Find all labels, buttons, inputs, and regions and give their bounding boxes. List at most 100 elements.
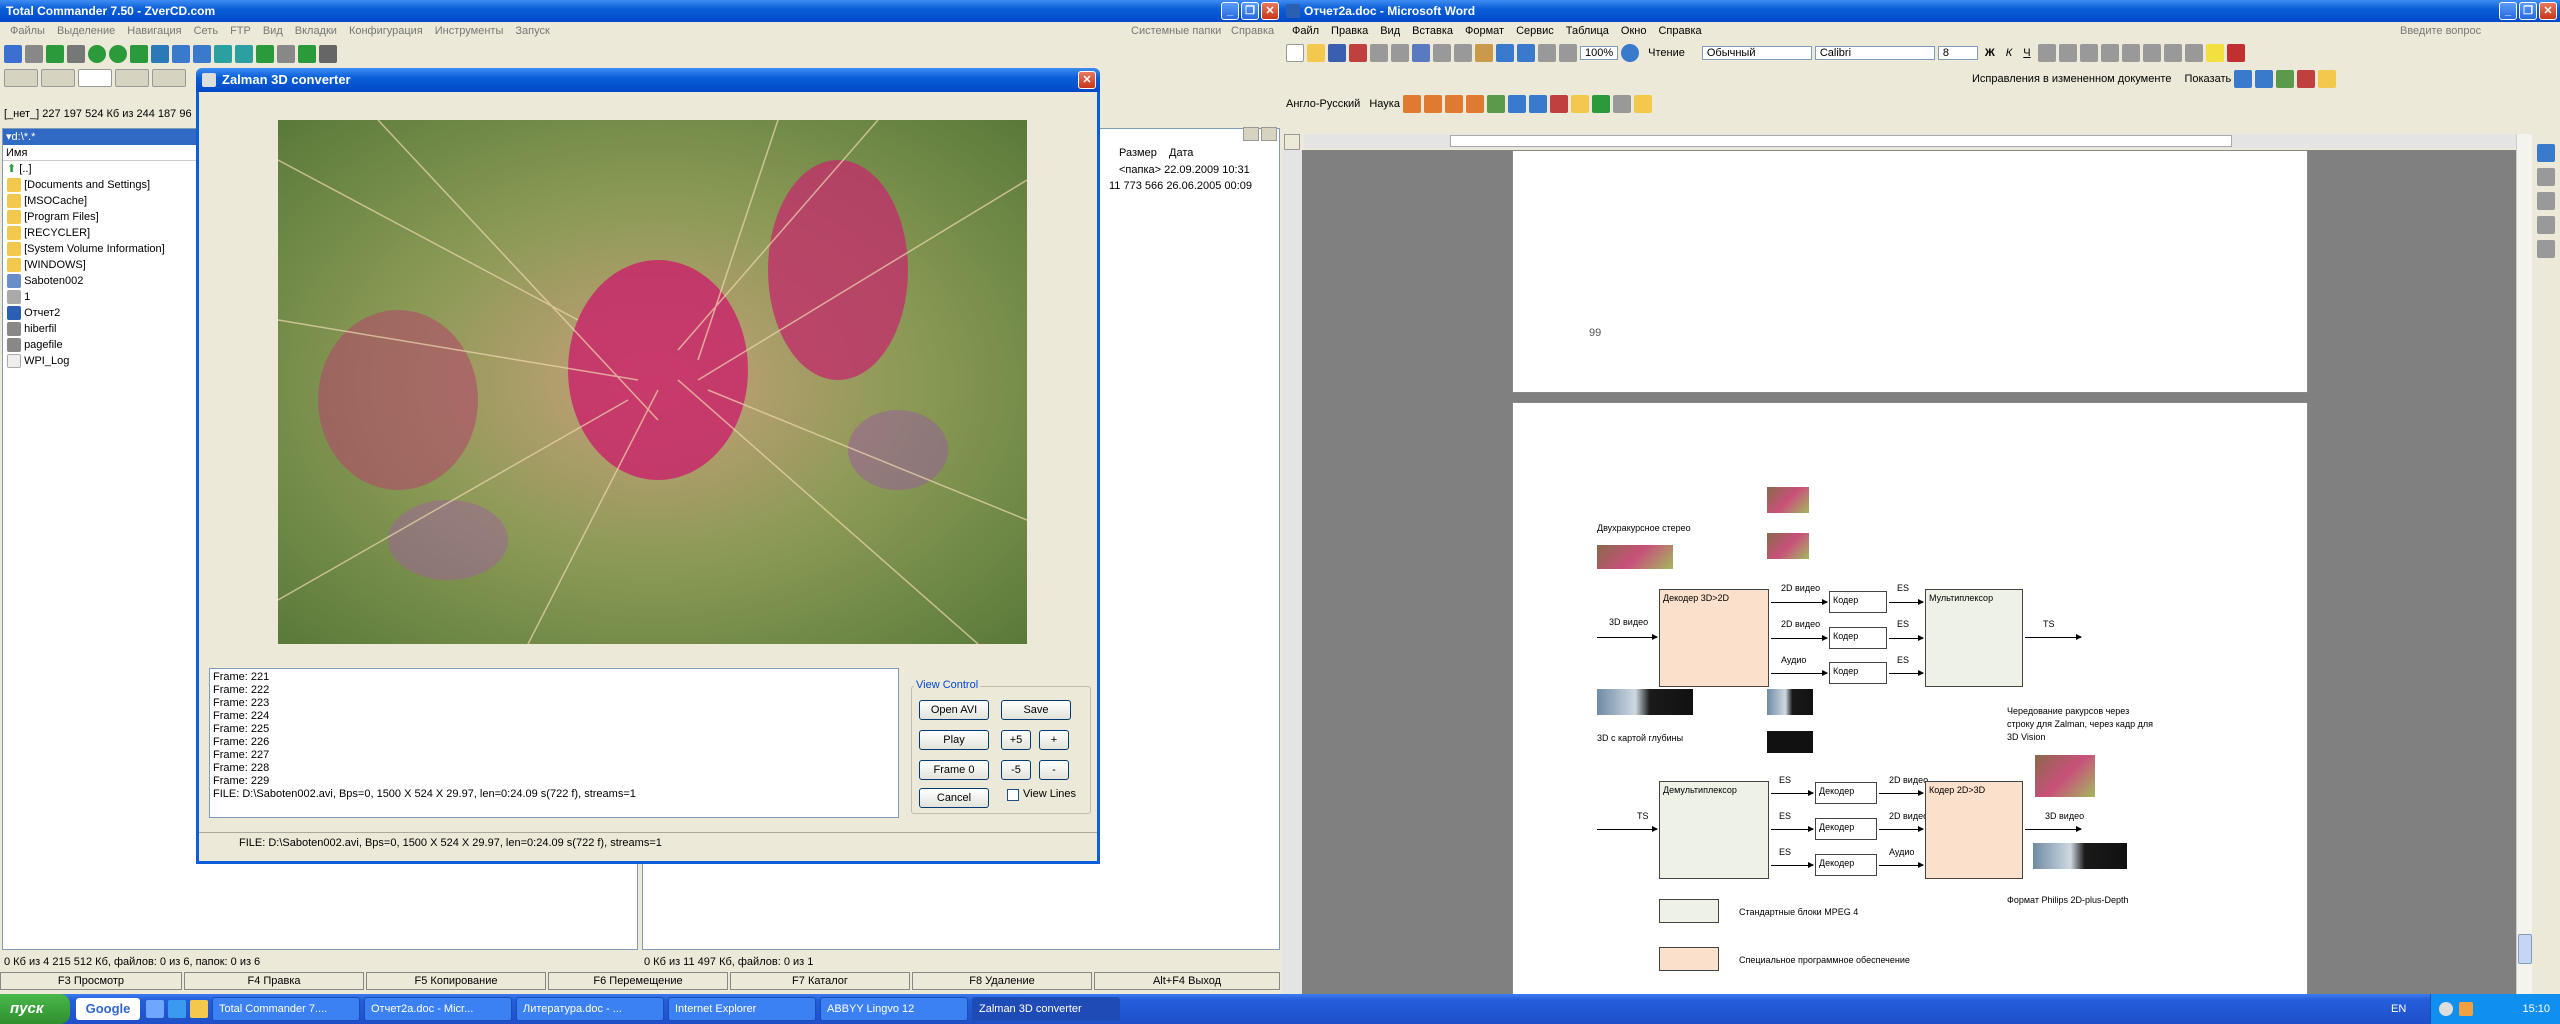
menu-edit[interactable]: Правка [1325, 25, 1374, 37]
vertical-scrollbar[interactable] [2516, 134, 2532, 1000]
menu-format[interactable]: Формат [1459, 25, 1510, 37]
minimize-button[interactable]: _ [1221, 2, 1239, 20]
f8-delete-button[interactable]: F8 Удаление [912, 972, 1092, 990]
start-button[interactable]: пуск [0, 994, 70, 1024]
frame-log[interactable]: Frame: 221 Frame: 222 Frame: 223 Frame: … [209, 668, 899, 818]
settings-icon[interactable] [319, 45, 337, 63]
menu-navigation[interactable]: Навигация [121, 25, 187, 37]
style-select[interactable]: Обычный [1701, 46, 1812, 60]
line-icon[interactable] [2537, 192, 2555, 210]
minimize-button[interactable]: _ [2499, 2, 2517, 20]
underline-icon[interactable]: Ч [2019, 47, 2034, 59]
menu-net[interactable]: Сеть [188, 25, 224, 37]
track-changes-select[interactable]: Исправления в измененном документе [1972, 73, 2171, 85]
compare-icon[interactable] [1528, 95, 1547, 113]
task-word-literatura[interactable]: Литература.doc - ... [516, 997, 664, 1021]
save-button[interactable]: Save [1001, 700, 1071, 720]
next-change-icon[interactable] [2255, 70, 2274, 88]
page-current[interactable]: Двухракурсное стерео 3D видео Декодер 3D… [1512, 402, 2308, 1006]
menu-system-folders[interactable]: Системные папки [1125, 25, 1227, 37]
copy-icon[interactable] [1454, 44, 1472, 62]
hyperlink-icon[interactable] [1517, 44, 1535, 62]
f3-view-button[interactable]: F3 Просмотр [0, 972, 182, 990]
close-button[interactable]: ✕ [1078, 71, 1096, 89]
help-question-box[interactable]: Введите вопрос [2394, 25, 2487, 37]
clock[interactable]: 15:10 [2522, 1003, 2550, 1015]
line-spacing-icon[interactable] [2121, 44, 2140, 62]
task-zalman[interactable]: Zalman 3D converter [972, 997, 1120, 1021]
f5-copy-button[interactable]: F5 Копирование [366, 972, 546, 990]
forward-icon[interactable] [109, 45, 127, 63]
sync-icon[interactable] [256, 45, 274, 63]
numbering-icon[interactable] [2142, 44, 2161, 62]
drive-a-button[interactable] [4, 69, 38, 87]
align-right-icon[interactable] [2079, 44, 2098, 62]
f4-edit-button[interactable]: F4 Правка [184, 972, 364, 990]
spelling-icon[interactable] [1412, 44, 1430, 62]
drive-f-button[interactable] [152, 69, 186, 87]
list-view-icon[interactable] [25, 45, 43, 63]
close-button[interactable]: ✕ [1261, 2, 1279, 20]
print-icon[interactable] [1370, 44, 1388, 62]
reading-mode-button[interactable]: Чтение [1642, 47, 1685, 59]
translate-text-icon[interactable] [1444, 95, 1463, 113]
science-select[interactable]: Наука [1363, 98, 1400, 110]
next-frame-button[interactable]: + [1039, 730, 1069, 750]
menu-config[interactable]: Конфигурация [343, 25, 429, 37]
chevron-down-icon[interactable] [1261, 127, 1277, 141]
translate-icon[interactable] [1402, 95, 1421, 113]
paste-icon[interactable] [1475, 44, 1493, 62]
google-toolbar[interactable]: Google [76, 998, 140, 1020]
cancel-button[interactable]: Cancel [919, 788, 989, 808]
task-internet-explorer[interactable]: Internet Explorer [668, 997, 816, 1021]
compare-icon[interactable] [235, 45, 253, 63]
show-menu[interactable]: Показать [2174, 73, 2231, 85]
play-button[interactable]: Play [919, 730, 989, 750]
drive-d-button[interactable] [78, 69, 112, 87]
menu-table[interactable]: Таблица [1560, 25, 1615, 37]
tray-app-icon[interactable] [2439, 1002, 2453, 1016]
restore-button[interactable]: ❐ [2519, 2, 2537, 20]
page-previous[interactable]: 99 [1512, 150, 2308, 393]
prev-frame-button[interactable]: - [1039, 760, 1069, 780]
accept-change-icon[interactable] [2276, 70, 2295, 88]
copy-names-icon[interactable] [298, 45, 316, 63]
options-icon[interactable] [1633, 95, 1652, 113]
menu-tabs[interactable]: Вкладки [289, 25, 343, 37]
history-icon[interactable] [1243, 127, 1259, 141]
textbox-icon[interactable] [2537, 240, 2555, 258]
tree-icon[interactable] [67, 45, 85, 63]
print-preview-icon[interactable] [1391, 44, 1409, 62]
forward-5-button[interactable]: +5 [1001, 730, 1031, 750]
unpack-icon[interactable] [151, 45, 169, 63]
draw-icon[interactable] [2537, 144, 2555, 162]
dictionary-select[interactable]: Англо-Русский [1286, 98, 1360, 110]
align-left-icon[interactable] [2037, 44, 2056, 62]
close-button[interactable]: ✕ [2539, 2, 2557, 20]
menu-tools[interactable]: Инструменты [429, 25, 510, 37]
table-row[interactable]: <папка> 22.09.2009 10:31 [1119, 164, 1250, 176]
prev-change-icon[interactable] [2234, 70, 2253, 88]
border-icon[interactable] [2184, 44, 2203, 62]
menu-help[interactable]: Справка [1225, 25, 1280, 37]
permission-icon[interactable] [1349, 44, 1367, 62]
bullets-icon[interactable] [2163, 44, 2182, 62]
refresh-icon[interactable] [4, 45, 22, 63]
close-x-icon[interactable] [1612, 95, 1631, 113]
scroll-thumb[interactable] [2518, 934, 2532, 964]
menu-tools[interactable]: Сервис [1510, 25, 1560, 37]
vertical-ruler[interactable] [1282, 150, 1302, 1000]
f6-move-button[interactable]: F6 Перемещение [548, 972, 728, 990]
scan-icon[interactable] [1507, 95, 1526, 113]
undo-icon[interactable] [1496, 44, 1514, 62]
align-center-icon[interactable] [2058, 44, 2077, 62]
menu-selection[interactable]: Выделение [51, 25, 121, 37]
menu-help[interactable]: Справка [1652, 25, 1707, 37]
back-icon[interactable] [88, 45, 106, 63]
frame-0-button[interactable]: Frame 0 [919, 760, 989, 780]
language-indicator[interactable]: EN [2391, 994, 2406, 1024]
highlight-icon[interactable] [2205, 44, 2224, 62]
cut-icon[interactable] [1433, 44, 1451, 62]
f7-mkdir-button[interactable]: F7 Каталог [730, 972, 910, 990]
menu-view[interactable]: Вид [1374, 25, 1406, 37]
